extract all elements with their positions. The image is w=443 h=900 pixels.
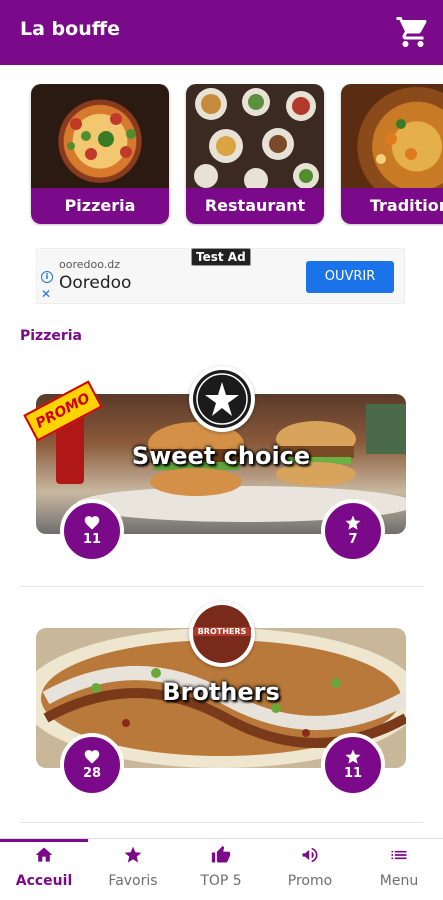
nav-label: TOP 5	[200, 873, 242, 889]
nav-label: Menu	[379, 873, 419, 889]
section-title: Pizzeria	[20, 328, 83, 344]
restaurant-logo: BROTHERS	[189, 601, 255, 667]
nav-item-favoris[interactable]: Favoris	[89, 839, 177, 900]
ad-banner[interactable]: Test Ad i ✕ ooredoo.dz Ooredoo OUVRIR	[36, 248, 405, 304]
likes-button[interactable]: 28	[60, 733, 124, 797]
category-card-pizzeria[interactable]: Pizzeria	[31, 84, 169, 224]
tradition-dish	[376, 119, 417, 164]
star-logo-icon	[196, 373, 248, 425]
megaphone-icon	[302, 847, 318, 863]
star-icon	[345, 749, 361, 764]
ad-open-button[interactable]: OUVRIR	[306, 261, 394, 293]
restaurant-image	[186, 84, 324, 192]
pizza-image	[31, 84, 169, 188]
heart-icon	[84, 516, 100, 530]
info-icon[interactable]: i	[41, 271, 53, 283]
category-label: Pizzeria	[31, 188, 169, 224]
restaurant-logo	[189, 366, 255, 432]
likes-count: 11	[82, 532, 102, 547]
rating-count: 7	[348, 532, 358, 547]
active-tab-indicator	[0, 839, 88, 842]
rating-button[interactable]: 11	[321, 733, 385, 797]
nav-item-top5[interactable]: TOP 5	[177, 839, 265, 900]
rating-button[interactable]: 7	[321, 499, 385, 563]
likes-button[interactable]: 11	[60, 499, 124, 563]
likes-count: 28	[82, 766, 102, 781]
restaurant-name: Brothers	[162, 678, 280, 706]
rating-count: 11	[343, 766, 363, 781]
nav-label: Favoris	[108, 873, 158, 889]
app-header: La bouffe	[0, 0, 443, 65]
ad-brand: Ooredoo	[59, 273, 132, 293]
nav-item-menu[interactable]: Menu	[355, 839, 443, 900]
category-label: Restaurant	[186, 188, 324, 224]
app-screen: La bouffe Pizzeria Restaurant Tradition …	[0, 0, 443, 900]
ad-test-tag: Test Ad	[191, 248, 251, 266]
heart-icon	[84, 750, 100, 764]
list-icon	[391, 850, 407, 860]
category-carousel[interactable]: Pizzeria Restaurant Tradition	[0, 84, 443, 226]
category-card-tradition[interactable]: Tradition	[341, 84, 443, 224]
pizza-toppings	[67, 113, 136, 160]
brothers-logo-text: BROTHERS	[193, 627, 251, 636]
ad-domain: ooredoo.dz	[59, 258, 121, 271]
app-title: La bouffe	[20, 18, 121, 40]
home-icon	[35, 847, 53, 862]
bottom-navigation: Acceuil Favoris TOP 5 Promo Menu	[0, 838, 443, 900]
category-label: Tradition	[341, 188, 443, 224]
card-divider	[20, 822, 423, 823]
tradition-image	[341, 84, 443, 188]
star-icon	[124, 846, 142, 863]
nav-item-acceuil[interactable]: Acceuil	[0, 839, 88, 900]
star-icon	[345, 515, 361, 530]
restaurant-name: Sweet choice	[131, 442, 311, 470]
cart-button[interactable]	[395, 14, 431, 50]
nav-label: Promo	[287, 873, 333, 889]
category-card-restaurant[interactable]: Restaurant	[186, 84, 324, 224]
card-divider	[20, 586, 423, 587]
thumbs-up-icon	[211, 845, 231, 863]
cart-icon	[396, 17, 427, 47]
close-icon[interactable]: ✕	[41, 287, 51, 301]
nav-item-promo[interactable]: Promo	[266, 839, 354, 900]
restaurant-dishes	[194, 88, 319, 192]
nav-label: Acceuil	[15, 873, 73, 889]
